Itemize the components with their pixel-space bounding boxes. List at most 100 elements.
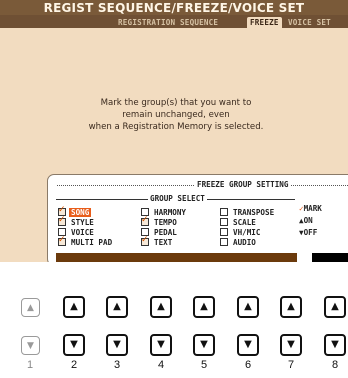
group-item-pedal[interactable]: PEDAL	[141, 227, 220, 237]
button-3-up[interactable]: ▲	[106, 296, 128, 318]
button-4-down[interactable]: ▼	[150, 334, 172, 356]
up-down-arrows-icon: ▲▼	[170, 261, 182, 262]
group-item-multi-pad[interactable]: MULTI PAD	[58, 235, 141, 247]
checkbox[interactable]	[220, 228, 228, 236]
message-line: Mark the group(s) that you want to	[100, 98, 252, 108]
group-item-voice[interactable]: VOICE	[58, 227, 141, 237]
group-item-label: VH/MIC	[233, 227, 261, 237]
lcd-screen: REGIST SEQUENCE/FREEZE/VOICE SET REGISTR…	[0, 0, 348, 262]
button-3-down[interactable]: ▼	[106, 334, 128, 356]
message-line: when a Registration Memory is selected.	[88, 122, 264, 132]
group-item-label: MULTI PAD	[71, 237, 113, 247]
group-item-scale[interactable]: SCALE	[220, 217, 294, 227]
down-arrow-icon: ▼	[27, 341, 34, 351]
group-item-audio[interactable]: AUDIO	[220, 237, 294, 247]
group-item-harmony[interactable]: HARMONY	[141, 207, 220, 217]
button-number-label: 7	[287, 359, 295, 371]
button-1-down[interactable]: ▼	[21, 336, 40, 355]
group-item-label: TRANSPOSE	[233, 207, 275, 217]
group-item-label: TEMPO	[154, 217, 177, 227]
group-item-transpose[interactable]: TRANSPOSE	[220, 207, 294, 217]
checkbox[interactable]	[58, 235, 66, 246]
group-item-style[interactable]: STYLE	[58, 215, 141, 227]
tab-freeze[interactable]: FREEZE	[247, 17, 282, 28]
button-number-label: 1	[26, 359, 34, 371]
group-select-label: GROUP SELECT	[148, 194, 207, 204]
button-5-down[interactable]: ▼	[193, 334, 215, 356]
tab-strip: REGISTRATION SEQUENCE FREEZE VOICE SET	[0, 15, 348, 28]
page-title: REGIST SEQUENCE/FREEZE/VOICE SET	[43, 1, 305, 15]
checkbox[interactable]	[141, 215, 149, 226]
mark-controls: ✓MARK ▲ON ▼OFF	[299, 203, 348, 239]
button-5-up[interactable]: ▲	[193, 296, 215, 318]
button-number-label: 5	[200, 359, 208, 371]
button-7-up[interactable]: ▲	[280, 296, 302, 318]
message-line: remain unchanged, even	[122, 110, 230, 120]
group-item-label: AUDIO	[233, 237, 256, 247]
button-2-down[interactable]: ▼	[63, 334, 85, 356]
button-6-down[interactable]: ▼	[237, 334, 259, 356]
button-1-up[interactable]: ▲	[21, 298, 40, 317]
on-text: ON	[303, 216, 313, 225]
mark-label[interactable]: ✓MARK	[299, 203, 348, 215]
up-arrow-icon: ▲	[331, 301, 339, 312]
down-arrow-icon: ▼	[331, 339, 339, 350]
button-number-label: 6	[244, 359, 252, 371]
checkbox[interactable]	[220, 238, 228, 246]
checkbox[interactable]	[58, 215, 66, 226]
up-down-arrows-icon: ▲▼	[316, 261, 328, 262]
group-grid: SONG HARMONY TRANSPOSE STYLE TEMPO SCALE VOICE…	[58, 205, 294, 247]
button-7-down[interactable]: ▼	[280, 334, 302, 356]
down-arrow-icon: ▼	[157, 339, 165, 350]
checkbox[interactable]	[141, 235, 149, 246]
down-arrow-icon: ▼	[287, 339, 295, 350]
checkbox[interactable]	[220, 208, 228, 216]
down-arrow-icon: ▼	[113, 339, 121, 350]
button-6-up[interactable]: ▲	[237, 296, 259, 318]
down-arrow-icon: ▼	[70, 339, 78, 350]
up-arrow-icon: ▲	[157, 301, 165, 312]
off-label[interactable]: ▼OFF	[299, 227, 348, 239]
tab-registration-sequence[interactable]: REGISTRATION SEQUENCE	[115, 17, 221, 28]
mark-nav-bar[interactable]: ▲▼	[312, 253, 348, 262]
up-arrow-icon: ▲	[244, 301, 252, 312]
group-item-tempo[interactable]: TEMPO	[141, 215, 220, 227]
up-arrow-icon: ▲	[287, 301, 295, 312]
group-item-label: VOICE	[71, 227, 94, 237]
button-8-up[interactable]: ▲	[324, 296, 346, 318]
up-arrow-icon: ▲	[113, 301, 121, 312]
group-select-box: GROUP SELECT SONG HARMONY TRANSPOSE STYLE TE…	[56, 194, 295, 247]
title-bar: REGIST SEQUENCE/FREEZE/VOICE SET	[0, 0, 348, 15]
panel-title-rule: FREEZE GROUP SETTING	[57, 180, 348, 194]
group-item-label: HARMONY	[154, 207, 187, 217]
panel-title: FREEZE GROUP SETTING	[195, 180, 291, 190]
button-number-label: 4	[157, 359, 165, 371]
button-2-up[interactable]: ▲	[63, 296, 85, 318]
group-item-label: SONG	[69, 207, 92, 217]
up-arrow-icon: ▲	[27, 303, 34, 313]
group-item-text[interactable]: TEXT	[141, 235, 220, 247]
group-item-label: TEXT	[154, 237, 173, 247]
button-number-label: 3	[113, 359, 121, 371]
up-arrow-icon: ▲	[70, 301, 78, 312]
instruction-message: Mark the group(s) that you want to remai…	[56, 97, 296, 133]
group-item-vh-mic[interactable]: VH/MIC	[220, 227, 294, 237]
down-arrow-icon: ▼	[244, 339, 252, 350]
group-item-label: STYLE	[71, 217, 94, 227]
down-arrow-icon: ▼	[200, 339, 208, 350]
tab-voice-set[interactable]: VOICE SET	[285, 17, 334, 28]
group-item-label: PEDAL	[154, 227, 177, 237]
mark-text: MARK	[303, 204, 322, 213]
group-item-song[interactable]: SONG	[58, 205, 141, 217]
checkbox[interactable]	[220, 218, 228, 226]
group-item-label: SCALE	[233, 217, 256, 227]
cursor-nav-bar[interactable]: ▲▼	[56, 253, 297, 262]
button-4-up[interactable]: ▲	[150, 296, 172, 318]
freeze-group-panel: FREEZE GROUP SETTING GROUP SELECT SONG HA…	[47, 174, 348, 262]
button-number-label: 8	[331, 359, 339, 371]
on-label[interactable]: ▲ON	[299, 215, 348, 227]
up-arrow-icon: ▲	[200, 301, 208, 312]
button-number-label: 2	[70, 359, 78, 371]
off-text: OFF	[303, 228, 318, 237]
button-8-down[interactable]: ▼	[324, 334, 346, 356]
